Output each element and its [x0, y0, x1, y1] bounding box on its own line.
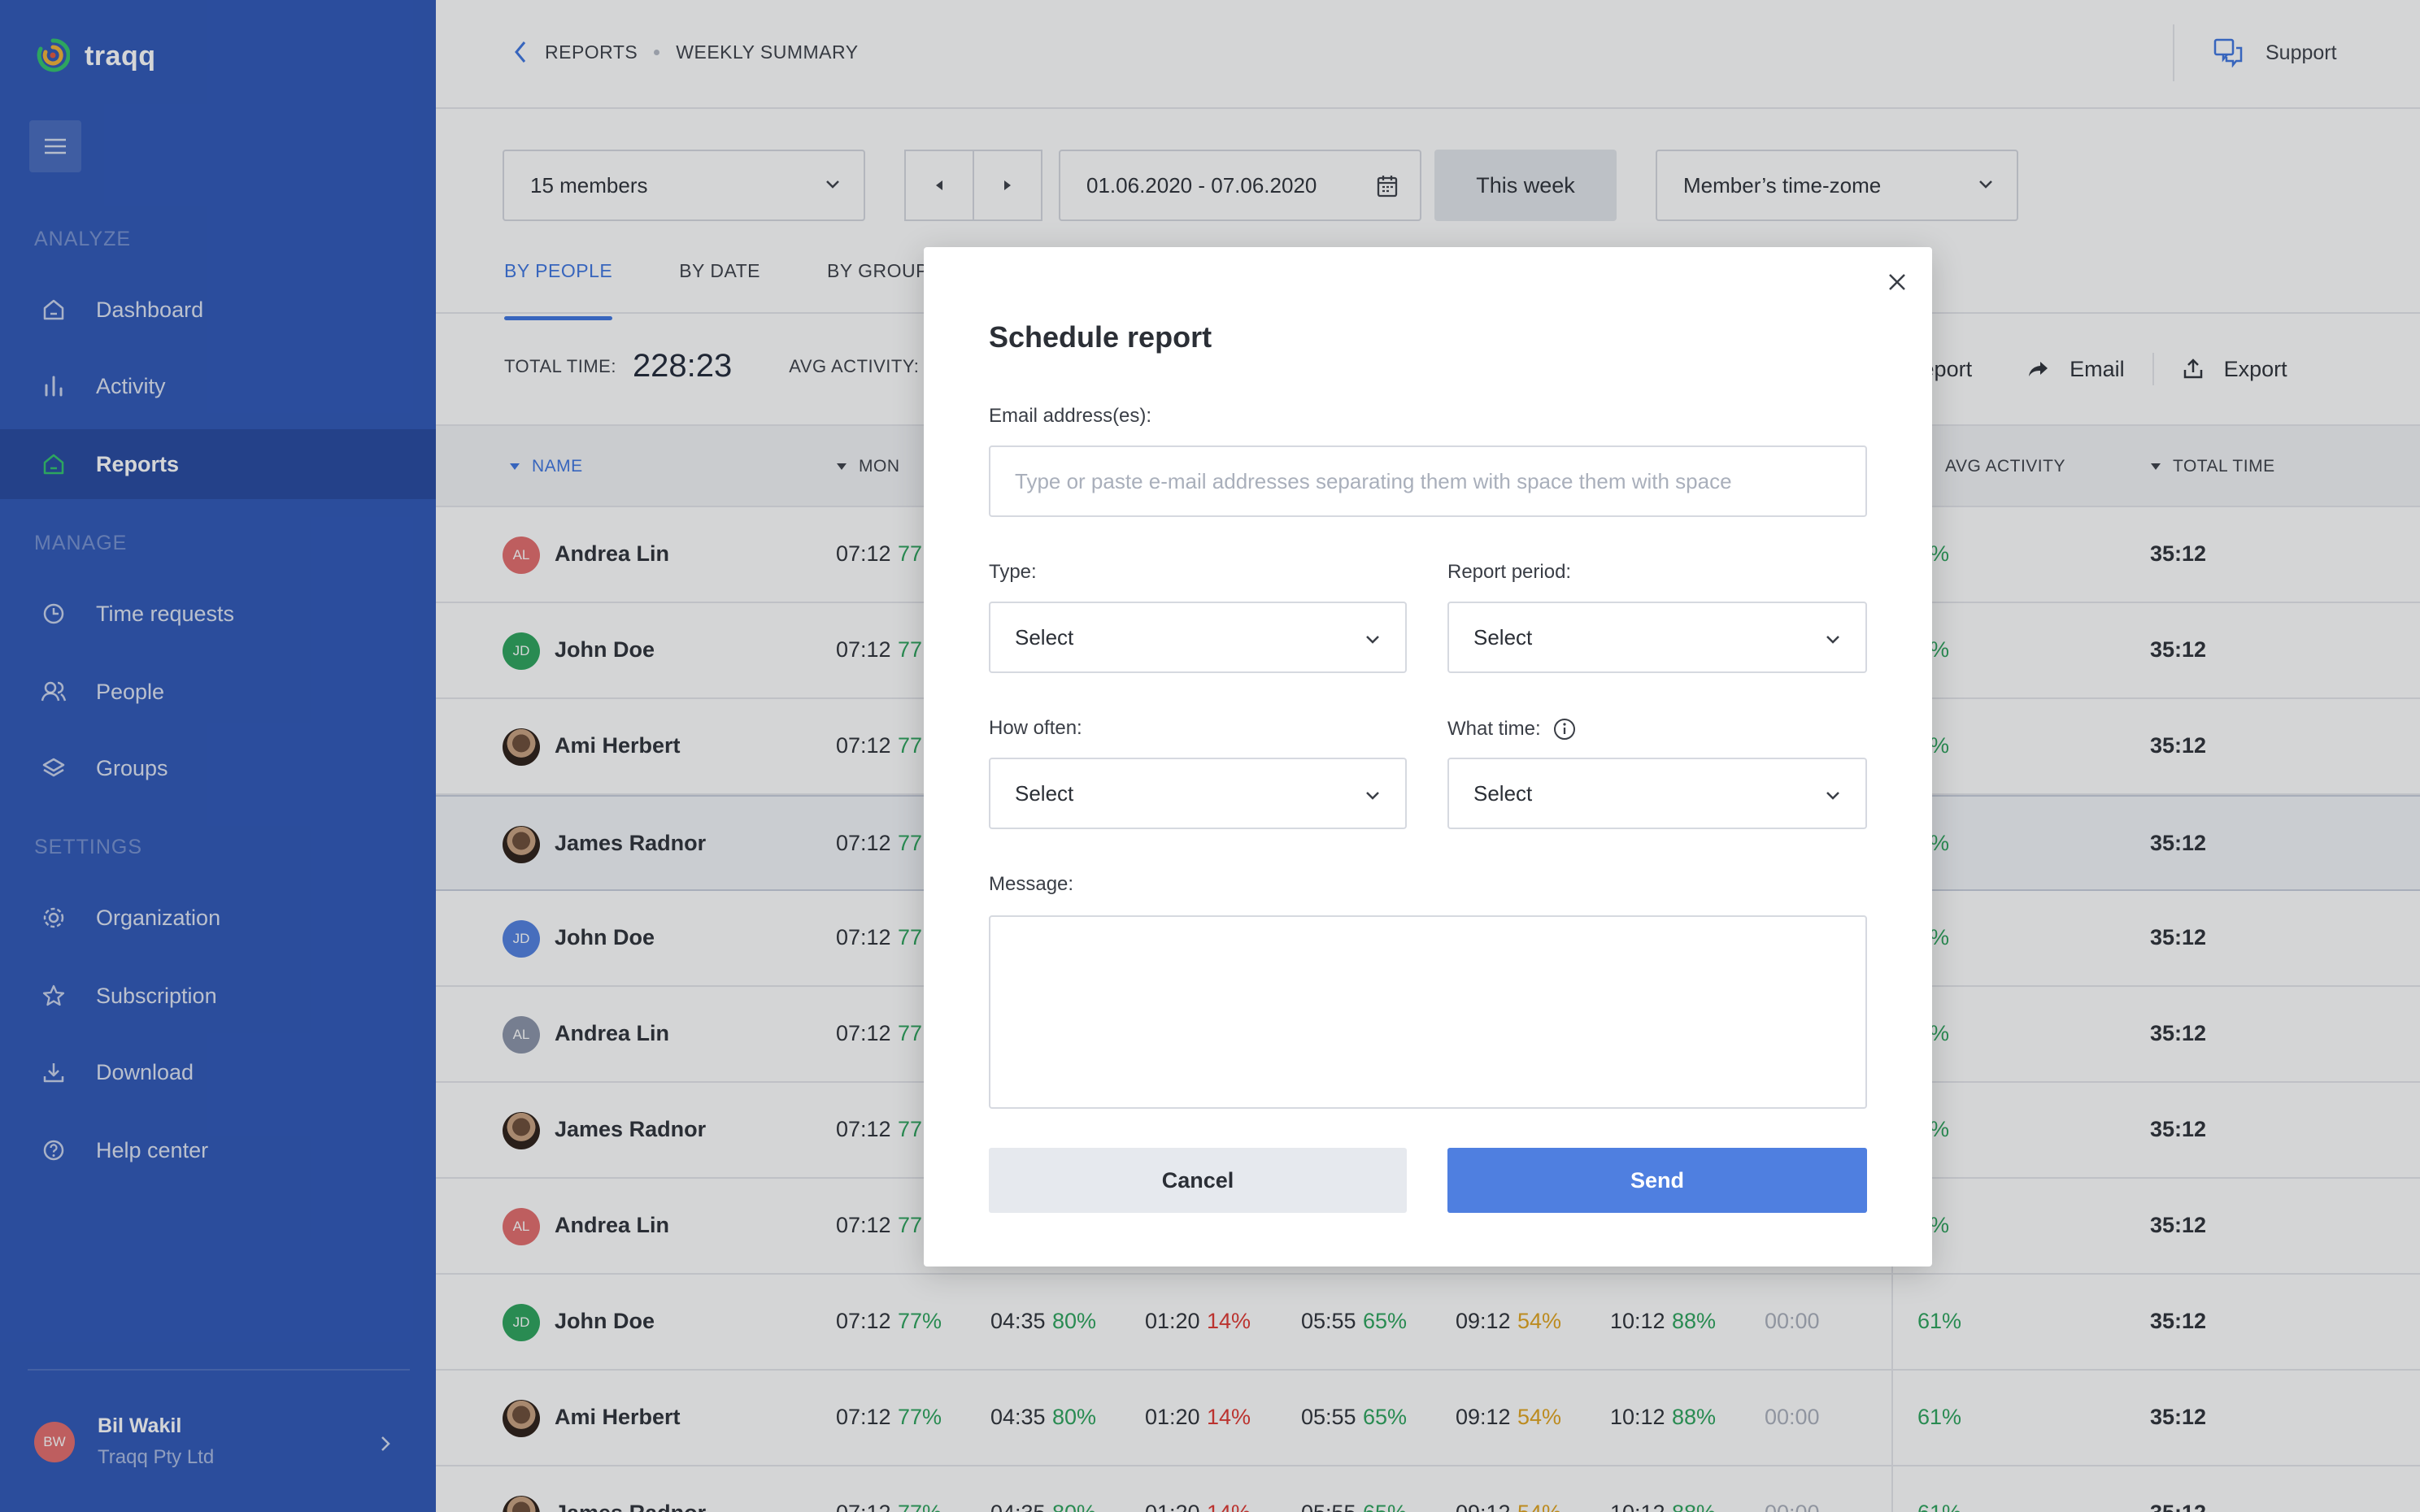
type-label: Type: [989, 561, 1037, 583]
what-time-select[interactable]: Select [1447, 758, 1867, 829]
send-button[interactable]: Send [1447, 1148, 1867, 1213]
message-textarea[interactable] [989, 915, 1867, 1109]
modal-title: Schedule report [989, 320, 1212, 354]
email-label: Email address(es): [989, 405, 1152, 427]
chevron-down-icon [1366, 792, 1379, 800]
type-select[interactable]: Select [989, 602, 1407, 673]
cancel-button[interactable]: Cancel [989, 1148, 1407, 1213]
chevron-down-icon [1366, 636, 1379, 644]
what-time-value: Select [1473, 780, 1533, 806]
what-time-text: What time: [1447, 718, 1541, 740]
report-period-select[interactable]: Select [1447, 602, 1867, 673]
message-label: Message: [989, 873, 1074, 895]
type-value: Select [1015, 624, 1074, 650]
report-period-value: Select [1473, 624, 1533, 650]
close-icon [1889, 274, 1905, 290]
how-often-value: Select [1015, 780, 1074, 806]
email-field[interactable]: Type or paste e-mail addresses separatin… [989, 445, 1867, 517]
close-button[interactable] [1877, 262, 1917, 302]
report-period-label: Report period: [1447, 561, 1572, 583]
schedule-report-modal: Schedule report Email address(es): Type … [924, 247, 1932, 1267]
how-often-select[interactable]: Select [989, 758, 1407, 829]
what-time-label: What time: [1447, 717, 1577, 741]
chevron-down-icon [1826, 636, 1839, 644]
how-often-label: How often: [989, 717, 1082, 739]
info-icon[interactable] [1552, 717, 1577, 741]
chevron-down-icon [1826, 792, 1839, 800]
